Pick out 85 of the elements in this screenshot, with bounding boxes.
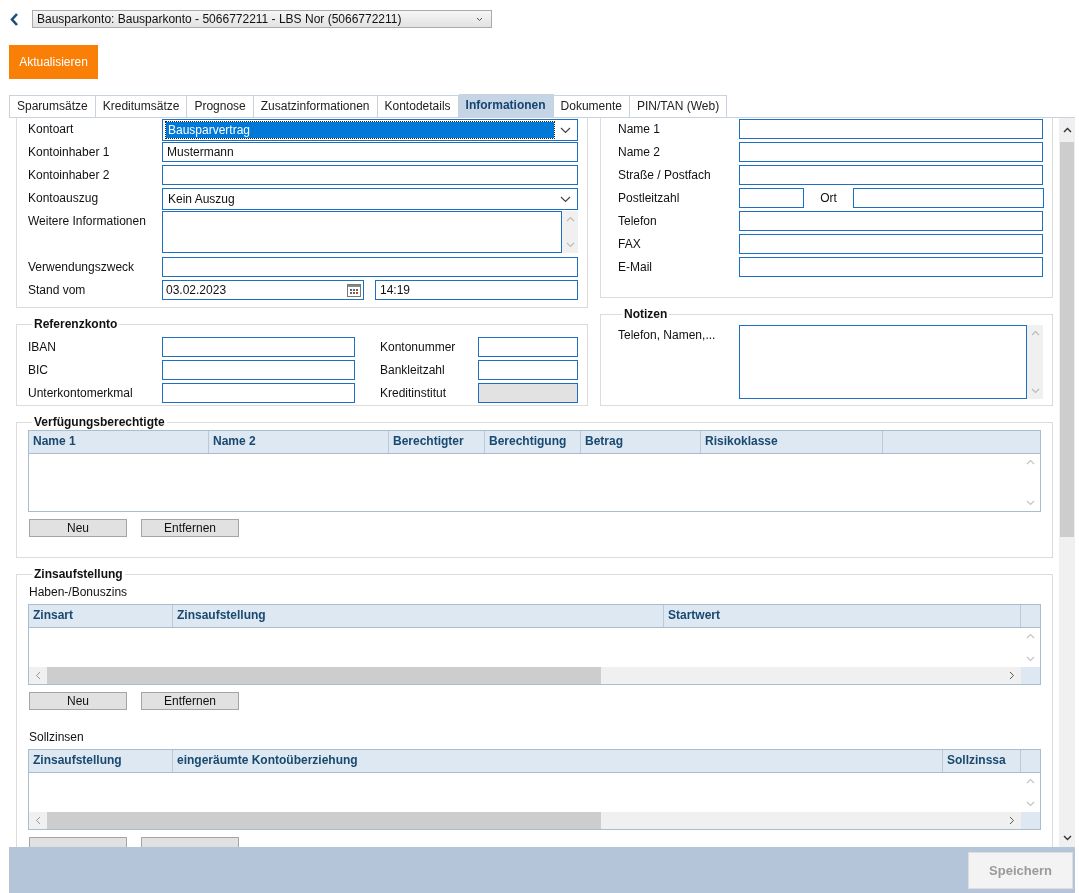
- tab[interactable]: Zusatzinformationen: [253, 95, 378, 118]
- field-label: Kontoauszug: [28, 190, 100, 207]
- field-label: Telefon: [618, 213, 658, 230]
- dropdown-field[interactable]: Bausparvertrag: [162, 119, 578, 141]
- column-header[interactable]: Name 2: [209, 431, 389, 453]
- column-header[interactable]: Berechtigung: [485, 431, 581, 453]
- field-label: Postleitzahl: [618, 190, 681, 207]
- table-button[interactable]: Entfernen: [141, 519, 239, 537]
- tab[interactable]: Dokumente: [553, 95, 630, 118]
- column-header[interactable]: Berechtigter: [389, 431, 485, 453]
- text-field[interactable]: [739, 119, 1043, 139]
- text-field[interactable]: [739, 234, 1043, 254]
- subsection-label: Haben-/Bonuszins: [29, 585, 129, 599]
- table-button[interactable]: Neu: [29, 692, 127, 710]
- column-header[interactable]: eingeräumte Kontoüberziehung: [173, 750, 943, 772]
- field-label: Unterkontomerkmal: [28, 384, 134, 402]
- column-header[interactable]: Betrag: [581, 431, 701, 453]
- table-button[interactable]: Neu: [29, 519, 127, 537]
- tab[interactable]: Kontodetails: [377, 95, 459, 118]
- column-header[interactable]: Name 1: [29, 431, 209, 453]
- text-field[interactable]: [162, 382, 355, 403]
- horizontal-scrollbar[interactable]: [29, 667, 1040, 684]
- field-label: Kontonummer: [380, 339, 457, 354]
- text-area[interactable]: [162, 211, 562, 253]
- horizontal-scrollbar[interactable]: [29, 812, 1040, 829]
- account-dropdown[interactable]: Bausparkonto: Bausparkonto - 5066772211 - LBS Nor (5066772211): [32, 10, 492, 28]
- tab[interactable]: Informationen: [458, 94, 554, 118]
- tab[interactable]: Prognose: [187, 95, 254, 118]
- scrollbar-corner: [1021, 667, 1040, 684]
- subsection-label: Sollzinsen: [29, 730, 85, 744]
- section-title: Zinsaufstellung: [33, 567, 124, 581]
- text-area[interactable]: [739, 325, 1027, 399]
- field-label: Kreditinstitut: [380, 385, 448, 400]
- field-label: FAX: [618, 236, 642, 253]
- back-icon[interactable]: [10, 12, 19, 26]
- field-label: Kontoinhaber 2: [28, 167, 111, 184]
- text-field[interactable]: [739, 165, 1043, 185]
- field-label: Name 1: [618, 121, 662, 138]
- field-label: Verwendungszweck: [28, 259, 136, 276]
- column-header[interactable]: Risikoklasse: [701, 431, 883, 453]
- table-button[interactable]: Entfernen: [141, 692, 239, 710]
- field-label: Weitere Informationen: [28, 213, 147, 230]
- column-header[interactable]: Zinsart: [29, 605, 173, 627]
- column-header[interactable]: Startwert: [664, 605, 1021, 627]
- field-label: Straße / Postfach: [618, 167, 712, 184]
- field-label: Kontoinhaber 1: [28, 144, 111, 161]
- scrollbar-corner: [1021, 812, 1040, 829]
- text-field[interactable]: [739, 257, 1043, 277]
- section-title: Verfügungsberechtigte: [33, 415, 166, 429]
- text-field[interactable]: [739, 211, 1043, 231]
- field-label: Ort: [819, 191, 838, 205]
- column-header[interactable]: Zinsaufstellung: [29, 750, 173, 772]
- section-title: Referenzkonto: [33, 317, 119, 331]
- field-label: BIC: [28, 361, 49, 379]
- field-label: Stand vom: [28, 282, 87, 299]
- caret-icon[interactable]: [560, 126, 571, 134]
- tab[interactable]: Sparumsätze: [9, 95, 96, 118]
- text-field[interactable]: [162, 257, 578, 277]
- column-header[interactable]: Zinsaufstellung: [173, 605, 664, 627]
- text-field[interactable]: [739, 142, 1043, 162]
- calendar-icon[interactable]: [347, 283, 361, 297]
- text-field[interactable]: Mustermann: [162, 142, 578, 162]
- caret-icon[interactable]: [560, 195, 571, 203]
- date-field[interactable]: 03.02.2023: [162, 280, 364, 300]
- scrollbar[interactable]: [1059, 118, 1075, 847]
- caret-icon[interactable]: [476, 16, 483, 22]
- tab[interactable]: PIN/TAN (Web): [629, 95, 728, 118]
- tab[interactable]: Kreditumsätze: [95, 95, 188, 118]
- section-title: Notizen: [623, 307, 669, 321]
- dropdown-field[interactable]: Kein Auszug: [162, 188, 578, 210]
- text-field[interactable]: [162, 165, 578, 185]
- text-field[interactable]: [162, 359, 355, 380]
- text-field[interactable]: [478, 336, 578, 357]
- field-label: E-Mail: [618, 259, 653, 276]
- field-label: Kontoart: [28, 121, 75, 138]
- text-field[interactable]: [739, 188, 804, 208]
- field-label: IBAN: [28, 338, 57, 356]
- time-field[interactable]: 14:19: [375, 280, 578, 300]
- text-field[interactable]: [162, 336, 355, 357]
- column-header[interactable]: Sollzinssa: [943, 750, 1021, 772]
- text-field[interactable]: [478, 359, 578, 380]
- field-label: Bankleitzahl: [380, 362, 446, 377]
- text-field[interactable]: [853, 188, 1044, 208]
- field-label: Name 2: [618, 144, 662, 161]
- field-label: Telefon, Namen,...: [618, 327, 717, 344]
